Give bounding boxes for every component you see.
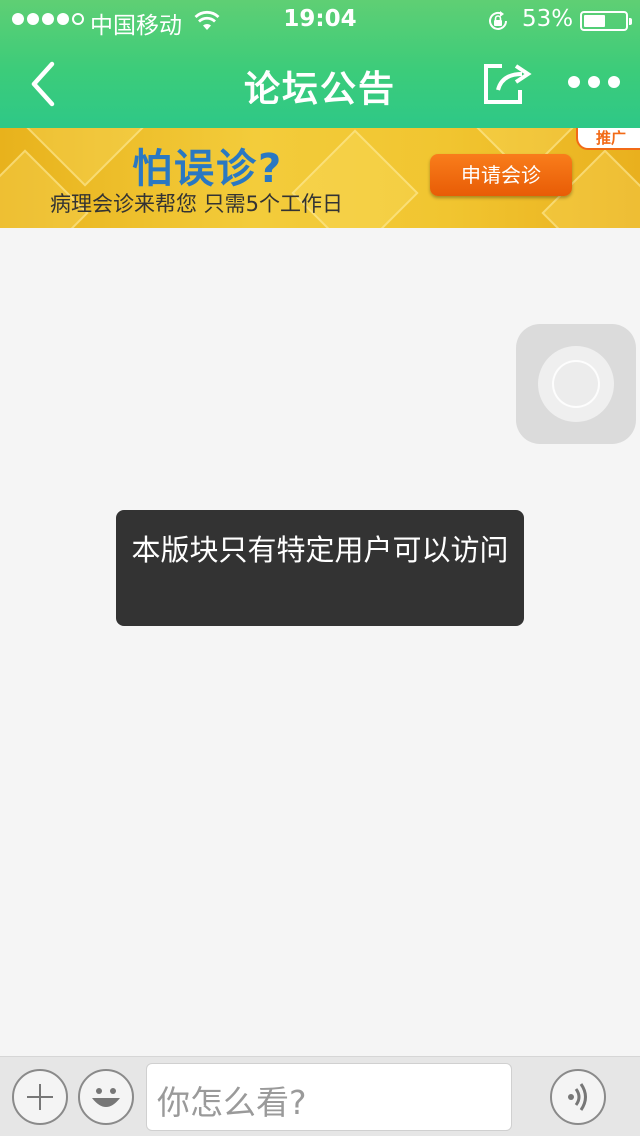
top-header: 中国移动 19:04 53% 论坛公告 [0, 0, 640, 128]
battery-fill [584, 15, 605, 27]
promo-tag: 推广 [576, 128, 640, 150]
navigation-bar: 论坛公告 [0, 40, 640, 128]
smiley-glyph [92, 1088, 120, 1107]
smiley-icon[interactable] [78, 1069, 134, 1125]
banner-headline: 怕误诊? [132, 146, 284, 192]
comment-input-bar: 你怎么看? [0, 1056, 640, 1136]
status-bar: 中国移动 19:04 53% [0, 0, 640, 40]
more-dot [588, 76, 600, 88]
page-title: 论坛公告 [243, 69, 396, 110]
battery-icon [580, 11, 632, 31]
comment-input[interactable]: 你怎么看? [146, 1063, 512, 1131]
voice-glyph [568, 1083, 587, 1111]
rotation-lock-icon [489, 11, 507, 30]
more-dot [568, 76, 580, 88]
more-dot [608, 76, 620, 88]
comment-input-placeholder: 你怎么看? [157, 1083, 307, 1122]
toast-message: 本版块只有特定用户可以访问 [116, 510, 524, 626]
assistive-touch-button[interactable] [516, 324, 636, 444]
more-dots-icon[interactable] [568, 76, 620, 88]
share-icon[interactable] [480, 60, 536, 108]
banner-subtitle: 病理会诊来帮您 只需5个工作日 [50, 192, 344, 216]
apply-consultation-button[interactable]: 申请会诊 [430, 154, 572, 196]
assistive-touch-core [552, 360, 600, 408]
promo-banner[interactable]: 怕误诊? 病理会诊来帮您 只需5个工作日 申请会诊 推广 [0, 128, 640, 228]
plus-icon[interactable] [12, 1069, 68, 1125]
toast-text: 本版块只有特定用户可以访问 [131, 533, 509, 567]
voice-icon[interactable] [550, 1069, 606, 1125]
battery-percent: 53% [522, 6, 574, 32]
